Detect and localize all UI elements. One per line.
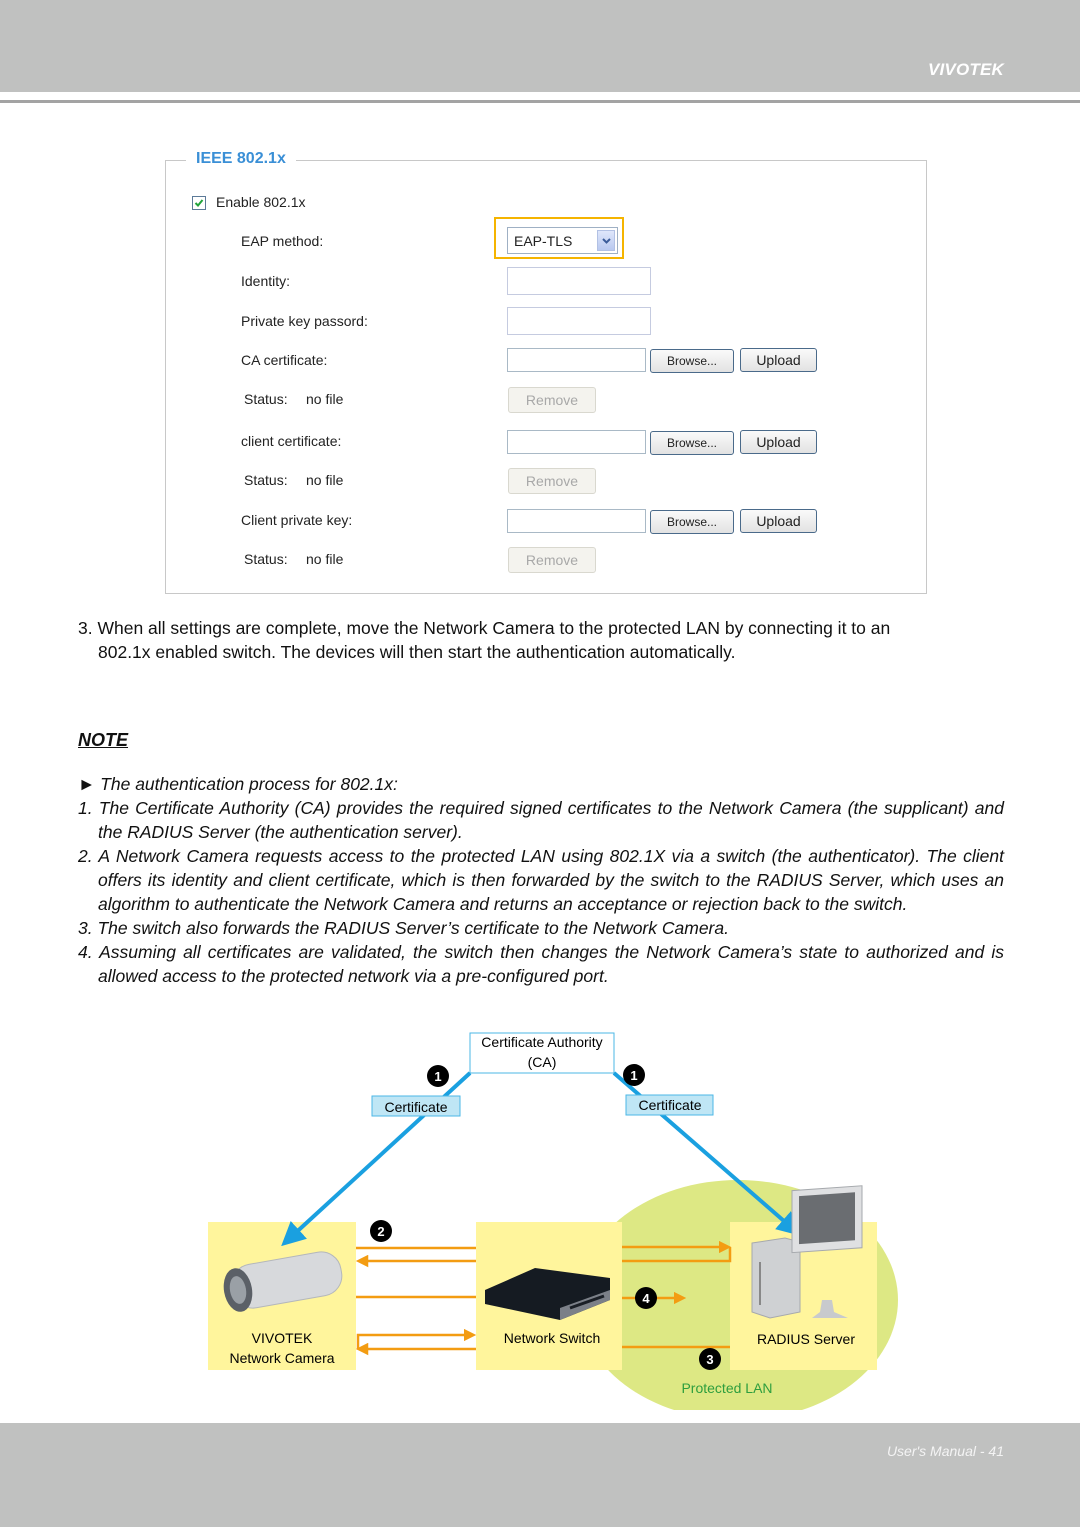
header-divider bbox=[0, 100, 1080, 103]
step-badge-3: 3 bbox=[699, 1348, 721, 1370]
client-private-key-status-value: no file bbox=[306, 551, 344, 567]
step-3-line-1: 3. When all settings are complete, move … bbox=[78, 618, 891, 638]
step-3-paragraph: 3. When all settings are complete, move … bbox=[78, 616, 1018, 664]
radius-label: RADIUS Server bbox=[757, 1331, 855, 1347]
eap-method-value: EAP-TLS bbox=[514, 232, 573, 249]
client-private-key-label: Client private key: bbox=[241, 512, 353, 528]
note-intro: ► The authentication process for 802.1x: bbox=[78, 774, 398, 794]
client-certificate-status-value: no file bbox=[306, 472, 344, 488]
svg-text:1: 1 bbox=[434, 1069, 441, 1084]
page-footer-band bbox=[0, 1423, 1080, 1527]
step-badge-4: 4 bbox=[635, 1287, 657, 1309]
ca-label-line2: (CA) bbox=[528, 1054, 557, 1070]
brand-logo-text: VIVOTEK bbox=[927, 60, 1004, 79]
client-certificate-file-input[interactable] bbox=[507, 430, 646, 454]
enable-8021x-label: Enable 802.1x bbox=[216, 194, 306, 210]
note-body: ► The authentication process for 802.1x:… bbox=[78, 772, 1004, 988]
client-certificate-remove-button[interactable]: Remove bbox=[508, 468, 596, 494]
client-certificate-browse-button[interactable]: Browse... bbox=[650, 431, 734, 455]
client-private-key-file-input[interactable] bbox=[507, 509, 646, 533]
panel-legend: IEEE 802.1x bbox=[186, 150, 296, 168]
step-badge-2: 2 bbox=[370, 1220, 392, 1242]
step-badge-1-left: 1 bbox=[427, 1065, 449, 1087]
svg-text:2: 2 bbox=[377, 1224, 384, 1239]
page-header-band bbox=[0, 0, 1080, 92]
eap-method-label: EAP method: bbox=[241, 233, 324, 249]
client-private-key-upload-button[interactable]: Upload bbox=[740, 509, 817, 533]
identity-label: Identity: bbox=[241, 273, 291, 289]
private-key-password-label: Private key passord: bbox=[241, 313, 368, 329]
camera-label-line1: VIVOTEK bbox=[252, 1330, 313, 1346]
chevron-down-icon bbox=[597, 230, 615, 251]
switch-label: Network Switch bbox=[504, 1330, 600, 1346]
certificate-tag-left-label: Certificate bbox=[384, 1099, 447, 1115]
camera-label-line2: Network Camera bbox=[229, 1350, 334, 1366]
note-item: 1. The Certificate Authority (CA) provid… bbox=[78, 798, 1004, 842]
ca-certificate-upload-button[interactable]: Upload bbox=[740, 348, 817, 372]
ca-certificate-status-value: no file bbox=[306, 391, 344, 407]
note-title: NOTE bbox=[78, 730, 129, 750]
svg-text:4: 4 bbox=[642, 1291, 650, 1306]
svg-text:1: 1 bbox=[630, 1068, 637, 1083]
flow-arrow bbox=[356, 1328, 477, 1349]
ca-certificate-remove-button[interactable]: Remove bbox=[508, 387, 596, 413]
certificate-tag-right-label: Certificate bbox=[638, 1097, 701, 1113]
client-private-key-browse-button[interactable]: Browse... bbox=[650, 510, 734, 534]
client-certificate-label: client certificate: bbox=[241, 433, 342, 449]
note-item: 2. A Network Camera requests access to t… bbox=[78, 846, 1004, 914]
svg-text:3: 3 bbox=[706, 1352, 713, 1367]
ca-certificate-browse-button[interactable]: Browse... bbox=[650, 349, 734, 373]
note-item: 4. Assuming all certificates are validat… bbox=[78, 942, 1004, 986]
note-item: 3. The switch also forwards the RADIUS S… bbox=[78, 918, 729, 938]
checkmark-icon bbox=[194, 199, 204, 207]
ca-certificate-label: CA certificate: bbox=[241, 352, 328, 368]
ca-certificate-file-input[interactable] bbox=[507, 348, 646, 372]
enable-8021x-checkbox[interactable] bbox=[192, 196, 206, 210]
eap-method-select[interactable]: EAP-TLS bbox=[507, 227, 618, 254]
protected-lan-label: Protected LAN bbox=[681, 1380, 772, 1396]
8021x-authentication-diagram: Certificate Authority (CA) Certificate C… bbox=[208, 1032, 898, 1410]
client-private-key-status-label: Status: bbox=[244, 551, 288, 567]
step-badge-1-right: 1 bbox=[623, 1064, 645, 1086]
identity-input[interactable] bbox=[507, 267, 651, 295]
ca-certificate-status-label: Status: bbox=[244, 391, 288, 407]
client-certificate-upload-button[interactable]: Upload bbox=[740, 430, 817, 454]
page-number: User's Manual - 41 bbox=[886, 1443, 1004, 1459]
private-key-password-input[interactable] bbox=[507, 307, 651, 335]
step-3-line-2: 802.1x enabled switch. The devices will … bbox=[98, 642, 736, 662]
client-private-key-remove-button[interactable]: Remove bbox=[508, 547, 596, 573]
client-certificate-status-label: Status: bbox=[244, 472, 288, 488]
ca-label-line1: Certificate Authority bbox=[481, 1034, 602, 1050]
